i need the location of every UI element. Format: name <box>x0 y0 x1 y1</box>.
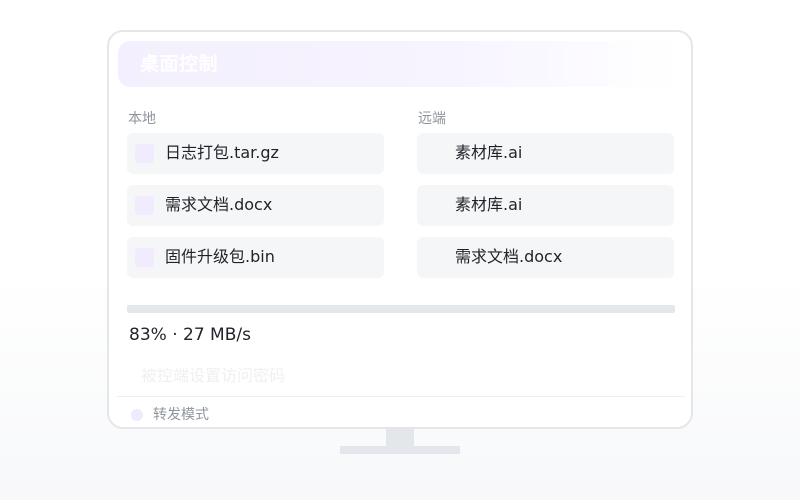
window-header: 桌面控制 <box>118 41 678 87</box>
relay-mode-label: 转发模式 <box>153 407 209 423</box>
remote-file-name: 素材库.ai <box>455 195 523 214</box>
remote-file-item[interactable]: 需求文档.docx <box>417 237 674 278</box>
monitor-frame: 桌面控制 本地 远端 日志打包.tar.gz 需求文档.docx 固件升级包.b… <box>107 30 693 429</box>
radio-dot-icon <box>131 409 143 421</box>
local-file-name: 固件升级包.bin <box>165 247 275 266</box>
password-hint[interactable]: 被控端设置访问密码 <box>141 366 285 386</box>
file-icon <box>135 248 154 267</box>
remote-file-name: 素材库.ai <box>455 143 523 162</box>
transfer-progress-bar <box>127 305 675 313</box>
monitor-stand-base <box>340 446 460 454</box>
local-file-name: 日志打包.tar.gz <box>165 143 279 162</box>
remote-file-item[interactable]: 素材库.ai <box>417 185 674 226</box>
remote-file-name: 需求文档.docx <box>455 247 563 266</box>
local-file-item[interactable]: 固件升级包.bin <box>127 237 384 278</box>
monitor-stand-neck <box>386 429 414 446</box>
footer-divider <box>117 396 685 397</box>
file-icon <box>135 144 154 163</box>
local-file-item[interactable]: 日志打包.tar.gz <box>127 133 384 174</box>
local-file-item[interactable]: 需求文档.docx <box>127 185 384 226</box>
transfer-progress-fill <box>127 305 582 313</box>
window-title: 桌面控制 <box>140 53 219 75</box>
local-panel-label: 本地 <box>128 111 156 127</box>
local-file-name: 需求文档.docx <box>165 195 273 214</box>
remote-file-item[interactable]: 素材库.ai <box>417 133 674 174</box>
file-icon <box>135 196 154 215</box>
remote-panel-label: 远端 <box>418 111 446 127</box>
transfer-status-text: 83% · 27 MB/s <box>129 325 251 345</box>
